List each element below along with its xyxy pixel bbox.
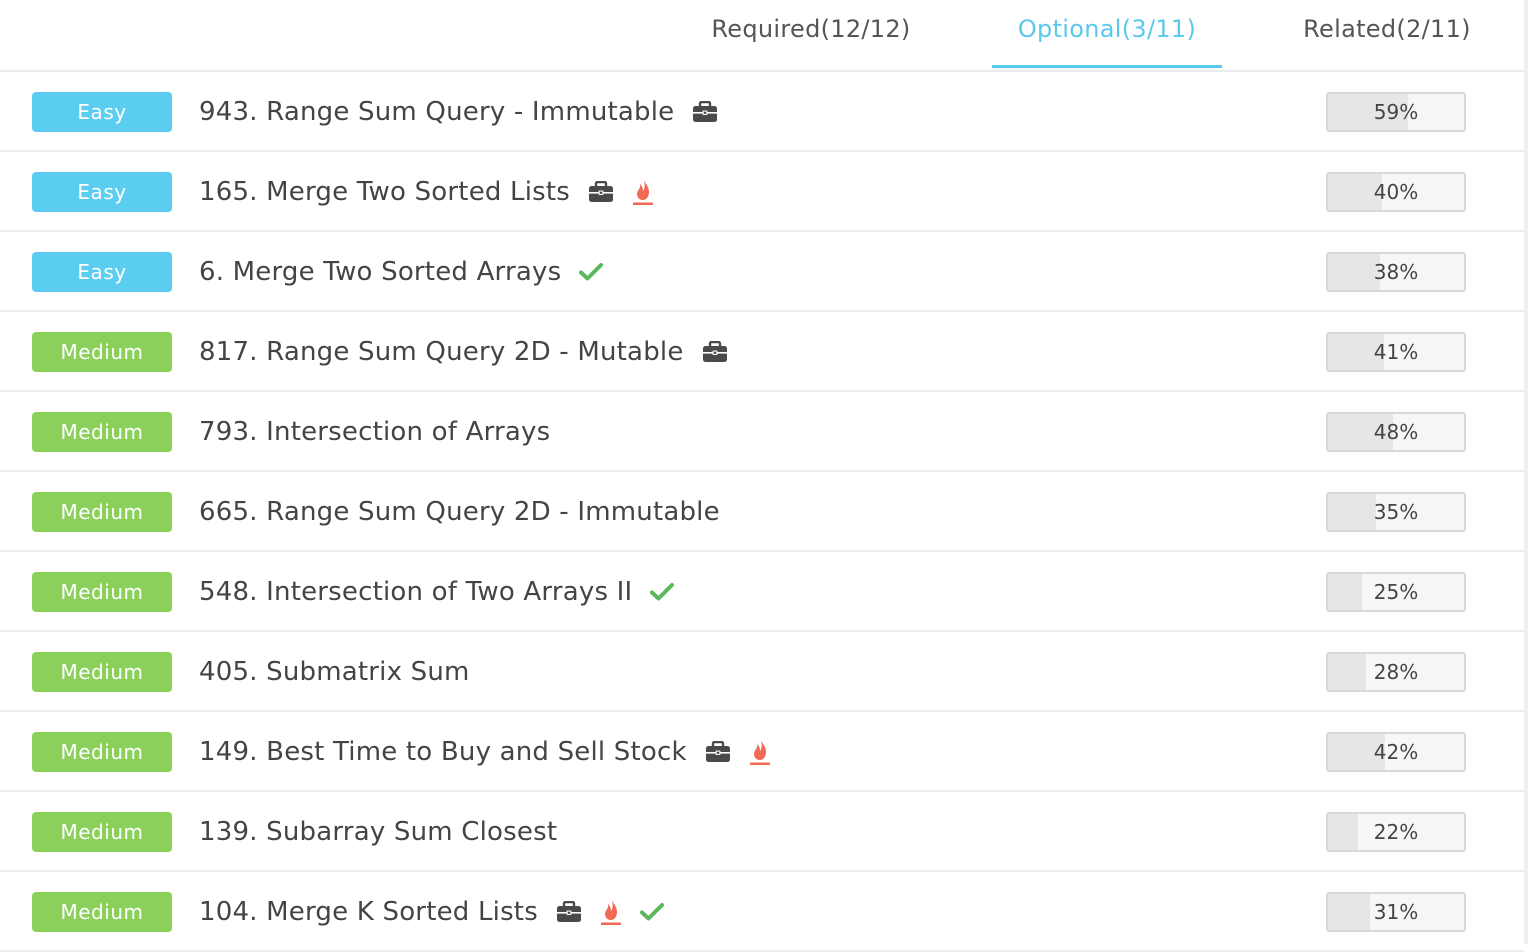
tab-bar: Required(12/12) Optional(3/11) Related(2… (0, 0, 1524, 72)
problem-title-group: 548. Intersection of Two Arrays II (199, 552, 675, 632)
check-icon (639, 902, 664, 922)
problem-row[interactable]: Medium 548. Intersection of Two Arrays II… (0, 552, 1524, 632)
difficulty-badge: Easy (32, 92, 172, 132)
problem-row[interactable]: Medium 665. Range Sum Query 2D - Immutabl… (0, 472, 1524, 552)
difficulty-badge: Medium (32, 572, 172, 612)
difficulty-badge: Medium (32, 652, 172, 692)
acceptance-rate-text: 31% (1373, 900, 1419, 924)
problem-row[interactable]: Easy 165. Merge Two Sorted Lists 40% (0, 152, 1524, 232)
acceptance-rate-bar: 42% (1326, 732, 1466, 772)
problem-row[interactable]: Medium 793. Intersection of Arrays 48% (0, 392, 1524, 472)
problem-list: Easy 943. Range Sum Query - Immutable 59% E… (0, 72, 1524, 952)
problem-row[interactable]: Medium 104. Merge K Sorted Lists 31% (0, 872, 1524, 952)
fire-icon (632, 178, 654, 206)
tab-required[interactable]: Required(12/12) (700, 0, 922, 68)
problem-title-group: 104. Merge K Sorted Lists (199, 872, 664, 952)
problem-row[interactable]: Easy 943. Range Sum Query - Immutable 59% (0, 72, 1524, 152)
briefcase-icon (692, 101, 718, 123)
problem-row[interactable]: Medium 149. Best Time to Buy and Sell Sto… (0, 712, 1524, 792)
problem-title-group: 793. Intersection of Arrays (199, 392, 550, 472)
tab-related[interactable]: Related(2/11) (1290, 0, 1484, 68)
difficulty-badge: Medium (32, 732, 172, 772)
acceptance-rate-text: 38% (1373, 260, 1419, 284)
problem-title-link[interactable]: 149. Best Time to Buy and Sell Stock (199, 737, 687, 767)
acceptance-rate-text: 59% (1373, 100, 1419, 124)
scrollbar-track[interactable] (1524, 0, 1528, 944)
problem-title-link[interactable]: 943. Range Sum Query - Immutable (199, 97, 674, 127)
acceptance-rate-text: 41% (1373, 340, 1419, 364)
problem-title-group: 405. Submatrix Sum (199, 632, 470, 712)
acceptance-rate-bar: 31% (1326, 892, 1466, 932)
acceptance-rate-text: 25% (1373, 580, 1419, 604)
acceptance-rate-bar: 22% (1326, 812, 1466, 852)
problem-title-link[interactable]: 665. Range Sum Query 2D - Immutable (199, 497, 720, 527)
problem-title-group: 165. Merge Two Sorted Lists (199, 152, 654, 232)
acceptance-rate-text: 40% (1373, 180, 1419, 204)
fire-icon (600, 898, 622, 926)
problem-title-link[interactable]: 405. Submatrix Sum (199, 657, 470, 687)
acceptance-rate-bar: 40% (1326, 172, 1466, 212)
difficulty-badge: Medium (32, 332, 172, 372)
problem-row[interactable]: Easy 6. Merge Two Sorted Arrays 38% (0, 232, 1524, 312)
acceptance-rate-text: 35% (1373, 500, 1419, 524)
problem-title-group: 149. Best Time to Buy and Sell Stock (199, 712, 771, 792)
briefcase-icon (588, 181, 614, 203)
difficulty-badge: Easy (32, 172, 172, 212)
problem-title-group: 665. Range Sum Query 2D - Immutable (199, 472, 720, 552)
acceptance-rate-bar: 48% (1326, 412, 1466, 452)
acceptance-rate-bar: 38% (1326, 252, 1466, 292)
acceptance-rate-bar: 28% (1326, 652, 1466, 692)
problem-title-group: 139. Subarray Sum Closest (199, 792, 557, 872)
problem-title-group: 6. Merge Two Sorted Arrays (199, 232, 604, 312)
problem-row[interactable]: Medium 139. Subarray Sum Closest 22% (0, 792, 1524, 872)
problem-title-link[interactable]: 139. Subarray Sum Closest (199, 817, 557, 847)
briefcase-icon (705, 741, 731, 763)
problem-title-link[interactable]: 793. Intersection of Arrays (199, 417, 550, 447)
problem-title-link[interactable]: 817. Range Sum Query 2D - Mutable (199, 337, 684, 367)
problem-title-link[interactable]: 548. Intersection of Two Arrays II (199, 577, 632, 607)
problem-title-group: 943. Range Sum Query - Immutable (199, 72, 718, 152)
difficulty-badge: Medium (32, 412, 172, 452)
acceptance-rate-text: 42% (1373, 740, 1419, 764)
check-icon (650, 582, 675, 602)
acceptance-rate-text: 28% (1373, 660, 1419, 684)
briefcase-icon (702, 341, 728, 363)
problem-title-link[interactable]: 104. Merge K Sorted Lists (199, 897, 538, 927)
acceptance-rate-bar: 59% (1326, 92, 1466, 132)
problem-title-link[interactable]: 6. Merge Two Sorted Arrays (199, 257, 561, 287)
acceptance-rate-text: 22% (1373, 820, 1419, 844)
fire-icon (749, 738, 771, 766)
difficulty-badge: Medium (32, 892, 172, 932)
problem-title-link[interactable]: 165. Merge Two Sorted Lists (199, 177, 570, 207)
difficulty-badge: Medium (32, 492, 172, 532)
problem-row[interactable]: Medium 817. Range Sum Query 2D - Mutable 4… (0, 312, 1524, 392)
difficulty-badge: Easy (32, 252, 172, 292)
briefcase-icon (556, 901, 582, 923)
check-icon (579, 262, 604, 282)
problem-title-group: 817. Range Sum Query 2D - Mutable (199, 312, 728, 392)
problem-row[interactable]: Medium 405. Submatrix Sum 28% (0, 632, 1524, 712)
acceptance-rate-bar: 25% (1326, 572, 1466, 612)
acceptance-rate-text: 48% (1373, 420, 1419, 444)
acceptance-rate-bar: 41% (1326, 332, 1466, 372)
tab-optional[interactable]: Optional(3/11) (992, 0, 1222, 68)
acceptance-rate-bar: 35% (1326, 492, 1466, 532)
difficulty-badge: Medium (32, 812, 172, 852)
